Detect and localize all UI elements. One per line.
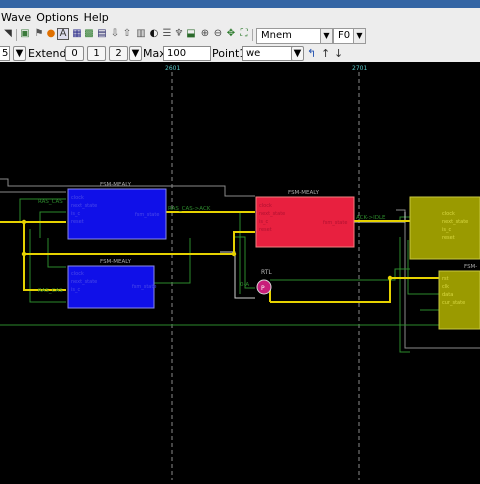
chevron-down-icon[interactable]: ▼ <box>320 29 332 43</box>
port-label: next_state <box>71 203 97 209</box>
select-icon[interactable]: ◥ <box>2 28 14 40</box>
port-label: next_state <box>71 279 97 285</box>
port-label: cur_state <box>442 300 465 306</box>
f-value: F0 <box>338 30 351 41</box>
port-label: is_c <box>259 219 268 225</box>
schematic-canvas[interactable]: 2601 2701 FSM-MEALY clock next_state is_… <box>0 62 480 480</box>
layout-icon[interactable]: ▤ <box>96 28 108 40</box>
rtl-symbol: P <box>261 285 265 292</box>
ruler-mark: 2601 <box>165 65 180 72</box>
main-toolbar: ◥ ▣ ⚑ ● A ▦ ▩ ▤ ⇩ ⇧ ▥ ◐ ☰ ♆ ⬓ ⊕ ⊖ ✥ ⛶ Mn… <box>0 26 480 46</box>
port-label: is_c <box>442 227 451 233</box>
f-select[interactable]: F0 ▼ <box>333 28 366 44</box>
port-label: clock <box>71 195 84 201</box>
point-dropdown-button[interactable]: ▼ <box>291 46 304 61</box>
save-icon[interactable]: ▥ <box>135 28 147 40</box>
extend-2-button[interactable]: 2 <box>109 46 128 61</box>
mnem-select[interactable]: Mnem ▼ <box>256 28 333 44</box>
extend-dropdown-button[interactable]: ▼ <box>129 46 142 61</box>
port-label: is_c <box>71 211 80 217</box>
window-title-bar <box>0 0 480 8</box>
contrast-icon[interactable]: ◐ <box>148 28 160 40</box>
net-label: RAS_CAS <box>38 199 63 205</box>
move-down-icon[interactable]: ⇩ <box>109 28 121 40</box>
flag-icon[interactable]: ⚑ <box>33 28 45 40</box>
net-label: 0-A <box>240 282 249 288</box>
chevron-down-icon: ▼ <box>15 48 24 59</box>
port-label: fsm_state <box>323 220 347 226</box>
net-label: RAS_CAS <box>38 288 63 294</box>
block-title: FSM-MEALY <box>100 182 132 188</box>
text-icon[interactable]: A <box>57 28 69 40</box>
port-label: clock <box>71 271 84 277</box>
extend-label: Extend: <box>28 47 71 60</box>
tree-icon[interactable]: ♆ <box>173 28 185 40</box>
schematic-svg: 2601 2701 FSM-MEALY clock next_state is_… <box>0 65 480 480</box>
toolbar-separator <box>16 29 17 41</box>
port-label: clk <box>442 284 449 290</box>
port-label: data <box>442 292 453 298</box>
menu-options[interactable]: Options <box>35 11 82 24</box>
port-label: clock <box>259 203 272 209</box>
arrow-up-icon[interactable]: ↑ <box>321 46 330 61</box>
chevron-down-icon[interactable]: ▼ <box>353 29 365 43</box>
open-icon[interactable]: ▣ <box>19 28 31 40</box>
rtl-title: RTL <box>261 269 272 276</box>
extend-0-button[interactable]: 0 <box>65 46 84 61</box>
menu-help[interactable]: Help <box>83 11 113 24</box>
grid-icon[interactable]: ▩ <box>83 28 95 40</box>
list-icon[interactable]: ☰ <box>161 28 173 40</box>
port-label: next_state <box>259 211 285 217</box>
level-field[interactable]: 5 <box>0 46 10 61</box>
port-label: is_c <box>71 287 80 293</box>
fsm-block[interactable]: FSM-MEALY clock next_state is_c reset fs… <box>67 182 167 240</box>
arrow-down-icon[interactable]: ↓ <box>334 46 343 61</box>
port-label: reset <box>71 219 84 225</box>
menu-bar: Wave Options Help <box>0 8 480 27</box>
max-input[interactable]: 100 <box>163 46 211 61</box>
block-title: FSM-MEALY <box>100 259 132 265</box>
zoom-fit-icon[interactable]: ⛶ <box>238 28 250 40</box>
zoom-out-icon[interactable]: ⊖ <box>212 28 224 40</box>
port-label: rst <box>442 276 449 282</box>
attribute-icon[interactable]: ▦ <box>71 28 83 40</box>
return-icon[interactable]: ↰ <box>307 46 316 61</box>
rtl-element[interactable]: RTL P <box>256 269 272 295</box>
port-label: next_state <box>442 219 468 225</box>
port-label: fsm_state <box>132 284 156 290</box>
extend-1-button[interactable]: 1 <box>87 46 106 61</box>
port-label: reset <box>442 235 455 241</box>
port-label: clock <box>442 211 455 217</box>
extend-toolbar: 5 ▼ Extend: 0 1 2 ▼ Max: 100 Point1: we … <box>0 45 480 63</box>
level-dropdown-button[interactable]: ▼ <box>13 46 26 61</box>
net-label: ACK->IDLE <box>356 215 386 221</box>
zoom-in-icon[interactable]: ⊕ <box>199 28 211 40</box>
block-title: FSM- <box>464 264 477 270</box>
menu-wave[interactable]: Wave <box>0 11 35 24</box>
fsm-block[interactable]: clock next_state is_c reset <box>409 196 480 260</box>
fsm-block[interactable]: FSM-MEALY clock next_state is_c fsm_stat… <box>67 259 156 309</box>
ruler-mark: 2701 <box>352 65 367 72</box>
mnem-value: Mnem <box>261 30 292 41</box>
fsm-block[interactable]: FSM-MEALY clock next_state is_c reset fs… <box>255 190 355 248</box>
chevron-down-icon: ▼ <box>131 48 140 59</box>
stop-icon[interactable]: ● <box>45 28 57 40</box>
chevron-down-icon: ▼ <box>293 48 302 59</box>
port-label: fsm_state <box>135 212 159 218</box>
block-title: FSM-MEALY <box>288 190 320 196</box>
net-label: RAS_CAS->ACK <box>168 206 211 212</box>
node-icon[interactable]: ⬓ <box>185 28 197 40</box>
pan-icon[interactable]: ✥ <box>225 28 237 40</box>
yellow-bus <box>0 211 440 303</box>
toolbar-separator <box>252 29 253 41</box>
move-up-icon[interactable]: ⇧ <box>121 28 133 40</box>
fsm-block[interactable]: FSM- rst clk data cur_state <box>438 264 480 330</box>
port-label: reset <box>259 227 272 233</box>
